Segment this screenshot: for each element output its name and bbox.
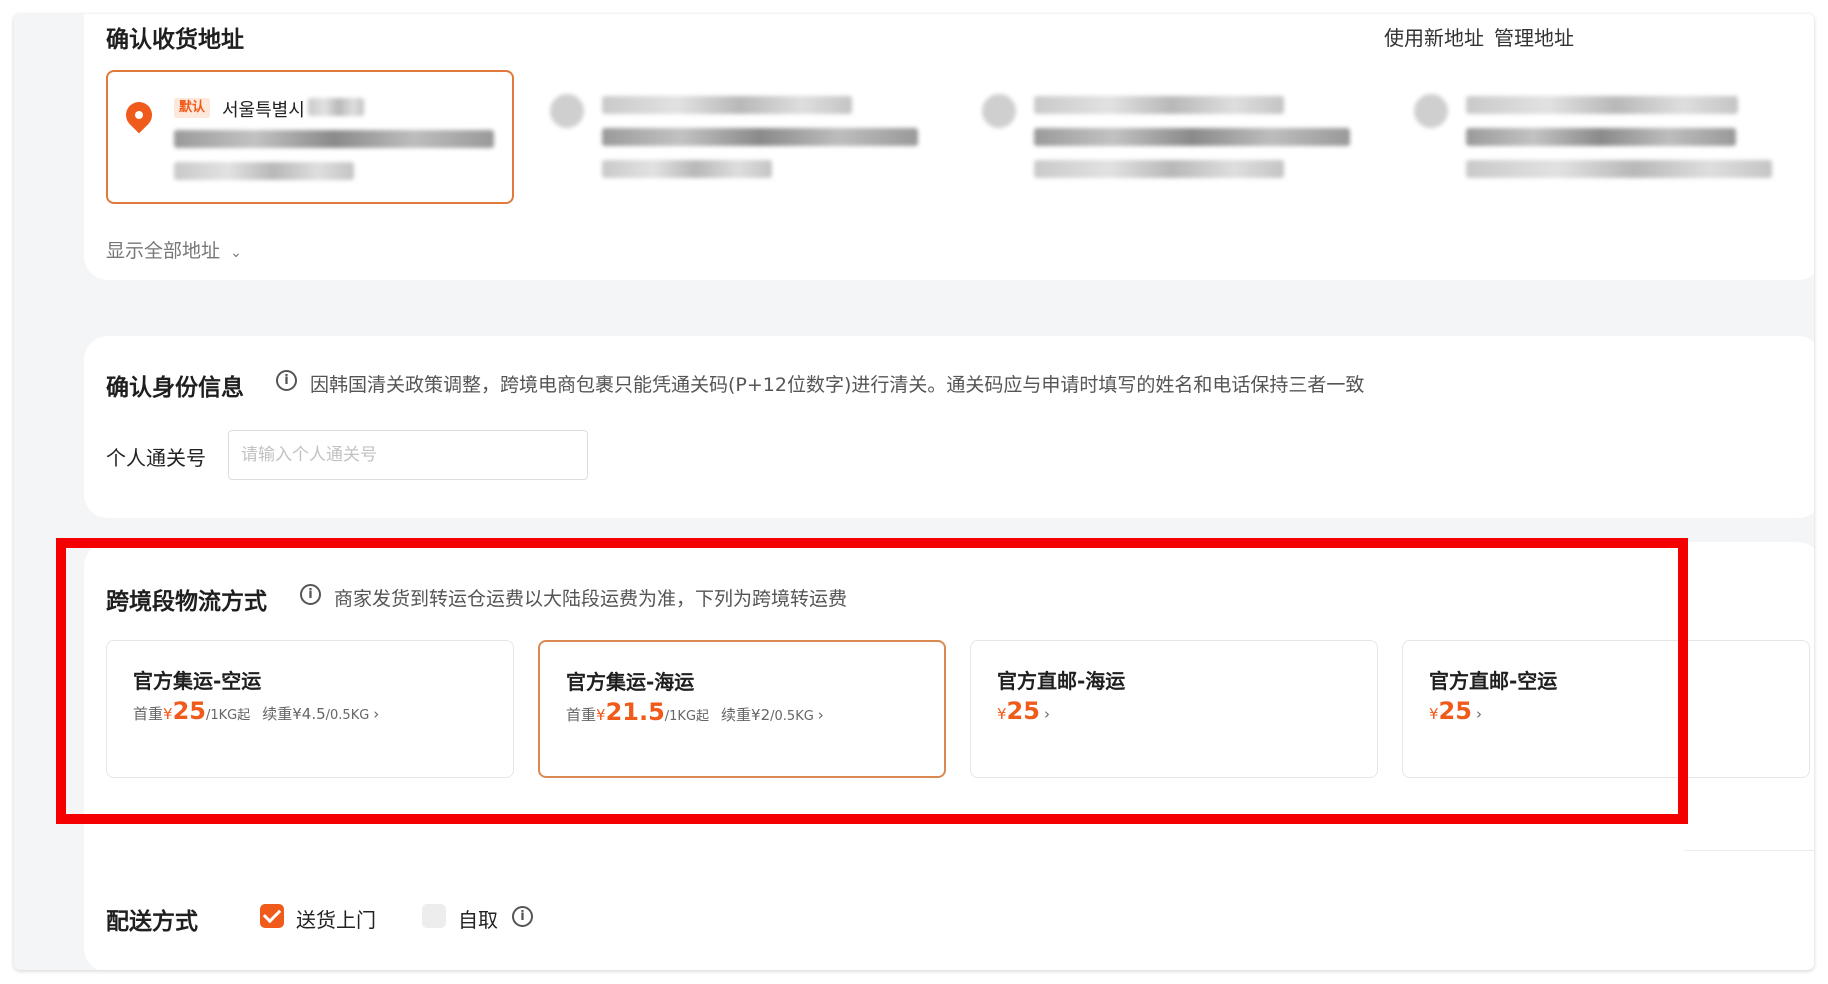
info-icon[interactable]: i — [300, 584, 321, 605]
location-pin-icon — [120, 96, 158, 134]
identity-notice: 因韩国清关政策调整，跨境电商包裹只能凭通关码(P+12位数字)进行清关。通关码应… — [310, 374, 1365, 396]
blurred-address-line — [1034, 128, 1350, 146]
self-pickup-checkbox[interactable] — [422, 904, 446, 928]
shipping-option-air-direct[interactable]: 官方直邮-空运 ¥ 25 › — [1402, 640, 1810, 778]
blurred-name — [1466, 96, 1738, 114]
shipping-option-name: 官方直邮-海运 — [997, 669, 1126, 693]
customs-code-label: 个人通关号 — [106, 446, 206, 470]
blurred-name — [1034, 96, 1284, 114]
home-delivery-checkbox[interactable] — [260, 904, 284, 928]
info-icon[interactable]: i — [512, 906, 533, 927]
shipping-panel: 跨境段物流方式 i 商家发货到转运仓运费以大陆段运费为准，下列为跨境转运费 官方… — [84, 542, 1814, 970]
blurred-name — [602, 96, 852, 114]
address-recipient: 서울특별시 — [222, 100, 305, 121]
address-card-default[interactable]: 默认 서울특별시 — [106, 70, 514, 204]
blurred-icon — [982, 94, 1016, 128]
shipping-option-name: 官方直邮-空运 — [1429, 669, 1558, 693]
blurred-phone-line — [1034, 160, 1284, 178]
blurred-phone-line — [174, 162, 354, 180]
blurred-name — [308, 98, 364, 116]
show-all-label: 显示全部地址 — [106, 240, 221, 262]
shipping-option-price: 首重 ¥ 21.5 /1KG起 续重 ¥2 /0.5KG › — [566, 698, 824, 726]
chevron-down-icon: ⌄ — [230, 245, 242, 261]
shipping-section-title: 跨境段物流方式 — [106, 589, 267, 615]
shipping-notice: 商家发货到转运仓运费以大陆段运费为准，下列为跨境转运费 — [334, 588, 848, 610]
section-divider — [1684, 850, 1814, 851]
chevron-right-icon: › — [1475, 705, 1482, 723]
address-section-title: 确认收货地址 — [106, 27, 244, 53]
identity-panel: 确认身份信息 i 因韩国清关政策调整，跨境电商包裹只能凭通关码(P+12位数字)… — [84, 336, 1814, 518]
shipping-option-air-consolidated[interactable]: 官方集运-空运 首重 ¥ 25 /1KG起 续重 ¥4.5 /0.5KG › — [106, 640, 514, 778]
default-badge: 默认 — [174, 98, 211, 118]
chevron-right-icon: › — [1043, 705, 1050, 723]
blurred-phone-line — [1466, 160, 1772, 178]
address-card[interactable] — [538, 70, 946, 202]
shipping-option-name: 官方集运-空运 — [133, 669, 262, 693]
shipping-option-sea-direct[interactable]: 官方直邮-海运 ¥ 25 › — [970, 640, 1378, 778]
shipping-option-name: 官方集运-海运 — [566, 670, 695, 694]
self-pickup-label[interactable]: 自取 — [458, 904, 498, 933]
address-card[interactable] — [1402, 70, 1810, 202]
shipping-option-price: 首重 ¥ 25 /1KG起 续重 ¥4.5 /0.5KG › — [133, 697, 380, 725]
blurred-address-line — [1466, 128, 1736, 146]
checkout-page: 确认收货地址 使用新地址 管理地址 默认 서울특별시 显示全部地址 ⌄ 确认身份… — [14, 14, 1814, 970]
address-card[interactable] — [970, 70, 1378, 202]
address-panel: 确认收货地址 使用新地址 管理地址 默认 서울특별시 显示全部地址 ⌄ — [84, 14, 1814, 280]
blurred-icon — [1414, 94, 1448, 128]
delivery-section-title: 配送方式 — [106, 909, 198, 935]
customs-code-input[interactable] — [228, 430, 588, 480]
shipping-option-sea-consolidated[interactable]: 官方集运-海运 首重 ¥ 21.5 /1KG起 续重 ¥2 /0.5KG › — [538, 640, 946, 778]
blurred-phone-line — [602, 160, 772, 178]
shipping-option-price: ¥ 25 › — [1429, 697, 1482, 725]
blurred-icon — [550, 94, 584, 128]
home-delivery-label[interactable]: 送货上门 — [296, 904, 376, 933]
manage-address-link[interactable]: 管理地址 — [1494, 22, 1574, 51]
show-all-addresses-toggle[interactable]: 显示全部地址 ⌄ — [106, 236, 242, 263]
chevron-right-icon: › — [817, 706, 824, 724]
blurred-address-line — [602, 128, 918, 146]
identity-section-title: 确认身份信息 — [106, 375, 244, 401]
use-new-address-link[interactable]: 使用新地址 — [1384, 22, 1484, 51]
blurred-address-line — [174, 130, 494, 148]
info-icon[interactable]: i — [276, 370, 297, 391]
shipping-option-price: ¥ 25 › — [997, 697, 1050, 725]
chevron-right-icon: › — [373, 705, 380, 723]
